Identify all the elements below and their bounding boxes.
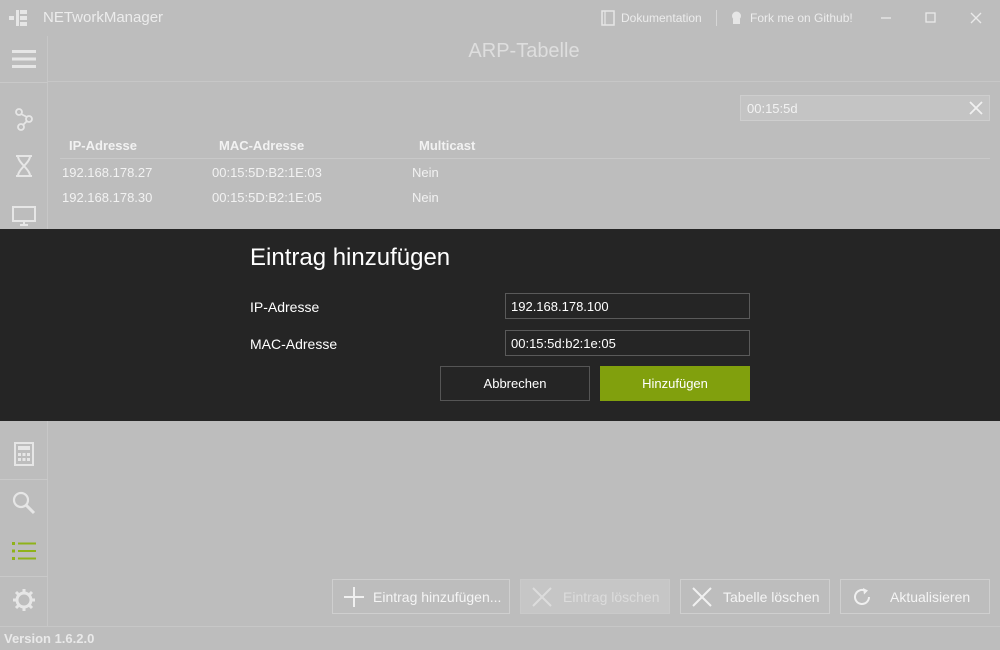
status-bar: Version 1.6.2.0 — [0, 626, 1000, 650]
maximize-icon[interactable] — [918, 6, 942, 30]
cell-multicast: Nein — [412, 165, 439, 180]
refresh-button[interactable]: Aktualisieren — [840, 579, 990, 614]
network-icon[interactable] — [12, 107, 36, 131]
x-icon — [532, 587, 552, 607]
add-button[interactable]: Hinzufügen — [600, 366, 750, 401]
version-label: Version 1.6.2.0 — [4, 631, 95, 646]
titlebar-separator — [716, 10, 717, 26]
minimize-icon[interactable] — [874, 6, 898, 30]
table-row[interactable]: 192.168.178.27 00:15:5D:B2:1E:03 Nein — [60, 159, 990, 184]
column-header-multicast[interactable]: Multicast — [419, 138, 475, 153]
x-icon — [692, 587, 712, 607]
documentation-label: Dokumentation — [621, 11, 702, 25]
ip-address-label: IP-Adresse — [250, 299, 320, 315]
sidebar-separator — [0, 82, 48, 83]
github-label: Fork me on Github! — [750, 10, 853, 25]
table-row[interactable]: 192.168.178.30 00:15:5D:B2:1E:05 Nein — [60, 184, 990, 209]
monitor-icon[interactable] — [12, 204, 36, 228]
github-link[interactable]: Fork me on Github! — [729, 10, 853, 25]
cell-mac: 00:15:5D:B2:1E:03 — [212, 165, 322, 180]
add-entry-dialog: Eintrag hinzufügen IP-Adresse MAC-Adress… — [0, 229, 1000, 421]
app-title: NETworkManager — [43, 9, 164, 26]
cell-multicast: Nein — [412, 190, 439, 205]
title-bar: NETworkManager Dokumentation Fork me on … — [0, 0, 1000, 36]
refresh-label: Aktualisieren — [890, 588, 971, 605]
cell-mac: 00:15:5D:B2:1E:05 — [212, 190, 322, 205]
search-icon[interactable] — [12, 491, 36, 515]
delete-entry-label: Eintrag löschen — [563, 588, 660, 605]
mac-address-label: MAC-Adresse — [250, 336, 338, 352]
cell-ip: 192.168.178.30 — [62, 190, 153, 205]
calculator-icon[interactable] — [12, 442, 36, 466]
search-input[interactable] — [741, 96, 961, 120]
clear-table-button[interactable]: Tabelle löschen — [680, 579, 830, 614]
mac-address-input[interactable] — [505, 330, 750, 356]
plus-icon — [344, 587, 364, 607]
list-icon[interactable] — [12, 539, 36, 563]
book-icon — [601, 10, 615, 26]
search-box — [740, 95, 990, 121]
ip-address-input[interactable] — [505, 293, 750, 319]
add-entry-label: Eintrag hinzufügen... — [373, 588, 502, 605]
cell-ip: 192.168.178.27 — [62, 165, 153, 180]
github-icon — [732, 11, 741, 24]
column-header-ip[interactable]: IP-Adresse — [69, 138, 137, 153]
delete-entry-button[interactable]: Eintrag löschen — [520, 579, 670, 614]
sidebar-separator — [0, 479, 48, 480]
page-title: ARP-Tabelle — [48, 36, 1000, 82]
clear-table-label: Tabelle löschen — [723, 588, 820, 605]
refresh-icon — [854, 588, 870, 605]
table-header: IP-Adresse MAC-Adresse Multicast — [60, 133, 990, 159]
add-entry-button[interactable]: Eintrag hinzufügen... — [332, 579, 510, 614]
app-logo-icon — [9, 10, 27, 26]
settings-icon[interactable] — [12, 588, 36, 612]
dialog-title: Eintrag hinzufügen — [250, 244, 451, 271]
menu-icon[interactable] — [12, 47, 36, 71]
close-icon[interactable] — [964, 6, 988, 30]
clear-icon[interactable] — [968, 100, 984, 116]
arp-table: IP-Adresse MAC-Adresse Multicast 192.168… — [60, 133, 990, 209]
column-header-mac[interactable]: MAC-Adresse — [219, 138, 304, 153]
dns-icon[interactable] — [12, 154, 36, 178]
documentation-link[interactable]: Dokumentation — [601, 10, 702, 26]
sidebar-separator — [0, 576, 48, 577]
cancel-button[interactable]: Abbrechen — [440, 366, 590, 401]
